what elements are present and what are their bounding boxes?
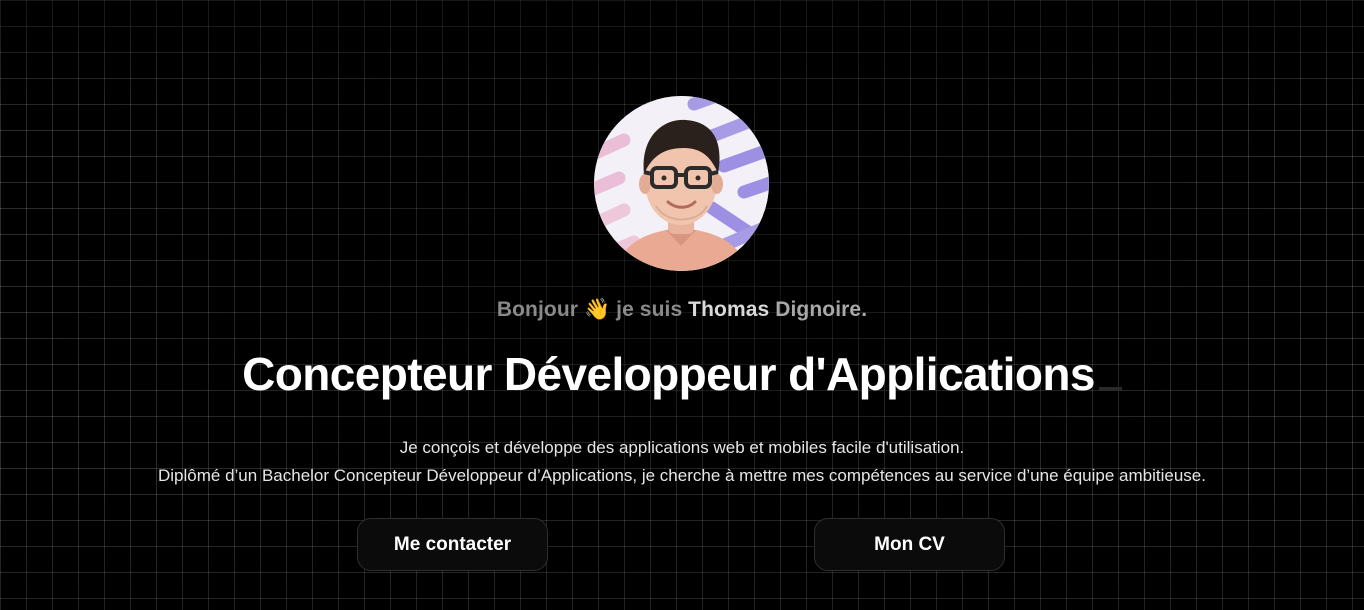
hero-section: Bonjour 👋 je suis Thomas Dignoire. Conce… [0,0,1364,610]
job-title-text: Concepteur Développeur d'Applications [242,348,1095,400]
description-line-2: Diplômé d’un Bachelor Concepteur Dévelop… [158,466,1206,485]
typing-cursor [1098,387,1122,391]
contact-button[interactable]: Me contacter [357,518,548,571]
greeting: Bonjour 👋 je suis Thomas Dignoire. [0,297,1364,322]
description: Je conçois et développe des applications… [0,434,1364,490]
avatar [594,96,769,271]
profile-photo [594,96,769,271]
greeting-first-name: Thomas [688,298,770,321]
page-title: Concepteur Développeur d'Applications [0,347,1364,401]
greeting-prefix: Bonjour [496,298,579,321]
cv-button[interactable]: Mon CV [814,518,1005,571]
description-line-1: Je conçois et développe des applications… [399,438,965,457]
greeting-middle: je suis [616,298,683,321]
greeting-last-name: Dignoire. [775,298,868,321]
waving-hand-icon: 👋 [583,297,611,321]
